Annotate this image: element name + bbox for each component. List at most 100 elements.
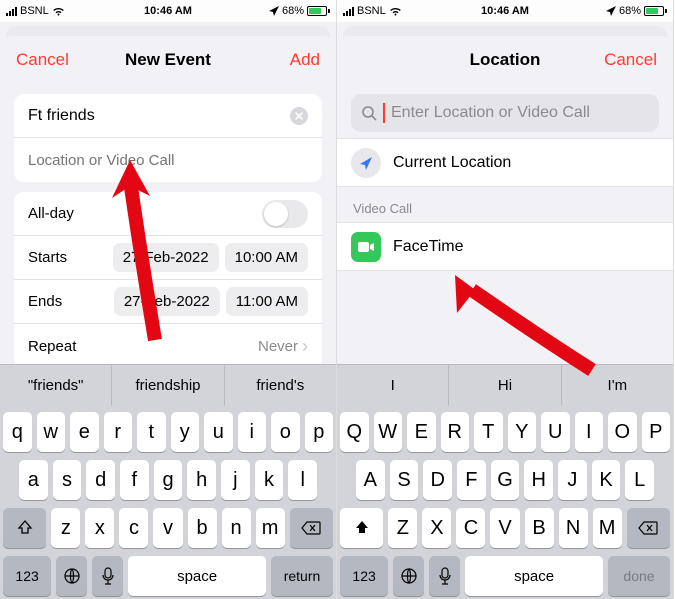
key-k[interactable]: k — [255, 460, 284, 500]
key-c[interactable]: C — [456, 508, 485, 548]
key-m[interactable]: m — [256, 508, 285, 548]
suggestion-1[interactable]: "friends" — [0, 365, 112, 406]
location-arrow-icon — [269, 6, 279, 16]
backspace-key[interactable] — [290, 508, 333, 548]
backspace-key[interactable] — [627, 508, 670, 548]
123-key[interactable]: 123 — [340, 556, 388, 596]
shift-key[interactable] — [3, 508, 46, 548]
status-time: 10:46 AM — [144, 5, 192, 17]
facetime-label: FaceTime — [393, 238, 464, 256]
key-o[interactable]: O — [608, 412, 637, 452]
key-j[interactable]: j — [221, 460, 250, 500]
add-button[interactable]: Add — [260, 50, 320, 70]
key-v[interactable]: v — [153, 508, 182, 548]
key-p[interactable]: p — [305, 412, 334, 452]
starts-label: Starts — [28, 249, 107, 266]
key-f[interactable]: f — [120, 460, 149, 500]
key-b[interactable]: b — [188, 508, 217, 548]
allday-toggle[interactable] — [262, 200, 308, 228]
key-u[interactable]: u — [204, 412, 233, 452]
event-title-input[interactable] — [28, 107, 290, 125]
key-t[interactable]: T — [474, 412, 503, 452]
return-key[interactable]: return — [271, 556, 333, 596]
key-e[interactable]: E — [407, 412, 436, 452]
signal-icon — [6, 7, 17, 16]
key-n[interactable]: N — [559, 508, 588, 548]
globe-icon — [63, 567, 81, 585]
key-a[interactable]: A — [356, 460, 385, 500]
video-call-heading: Video Call — [337, 187, 673, 222]
key-z[interactable]: Z — [388, 508, 417, 548]
battery-pct: 68% — [619, 5, 641, 17]
key-u[interactable]: U — [541, 412, 570, 452]
key-w[interactable]: W — [374, 412, 403, 452]
key-b[interactable]: B — [525, 508, 554, 548]
key-z[interactable]: z — [51, 508, 80, 548]
key-v[interactable]: V — [490, 508, 519, 548]
key-l[interactable]: L — [625, 460, 654, 500]
cancel-button[interactable]: Cancel — [16, 50, 76, 70]
key-h[interactable]: H — [524, 460, 553, 500]
key-r[interactable]: r — [104, 412, 133, 452]
key-c[interactable]: c — [119, 508, 148, 548]
mic-key[interactable] — [92, 556, 123, 596]
key-t[interactable]: t — [137, 412, 166, 452]
globe-key[interactable] — [56, 556, 87, 596]
key-q[interactable]: Q — [340, 412, 369, 452]
key-x[interactable]: X — [422, 508, 451, 548]
key-j[interactable]: J — [558, 460, 587, 500]
done-key[interactable]: done — [608, 556, 670, 596]
clear-title-button[interactable] — [290, 107, 308, 125]
current-location-row[interactable]: Current Location — [337, 139, 673, 187]
key-l[interactable]: l — [288, 460, 317, 500]
mic-key[interactable] — [429, 556, 460, 596]
key-s[interactable]: S — [390, 460, 419, 500]
key-d[interactable]: D — [423, 460, 452, 500]
x-icon — [295, 112, 303, 120]
suggestion-bar: "friends" friendship friend's — [0, 364, 336, 406]
key-w[interactable]: w — [37, 412, 66, 452]
search-input[interactable] — [391, 104, 649, 122]
key-i[interactable]: i — [238, 412, 267, 452]
key-y[interactable]: Y — [508, 412, 537, 452]
space-key[interactable]: space — [128, 556, 266, 596]
key-n[interactable]: n — [222, 508, 251, 548]
shift-key[interactable] — [340, 508, 383, 548]
carrier-label: BSNL — [20, 5, 49, 17]
header-title: New Event — [125, 50, 211, 70]
key-q[interactable]: q — [3, 412, 32, 452]
globe-key[interactable] — [393, 556, 424, 596]
key-e[interactable]: e — [70, 412, 99, 452]
key-k[interactable]: K — [592, 460, 621, 500]
key-g[interactable]: G — [491, 460, 520, 500]
key-h[interactable]: h — [187, 460, 216, 500]
key-a[interactable]: a — [19, 460, 48, 500]
backspace-icon — [638, 521, 658, 535]
starts-time-button[interactable]: 10:00 AM — [225, 243, 308, 272]
key-d[interactable]: d — [86, 460, 115, 500]
key-p[interactable]: P — [642, 412, 671, 452]
keyboard: qwertyuiop asdfghjkl zxcvbnm 123 — [0, 406, 336, 599]
phone-right: BSNL 10:46 AM 68% . Location Cancel — [337, 0, 674, 599]
key-s[interactable]: s — [53, 460, 82, 500]
ends-time-button[interactable]: 11:00 AM — [226, 287, 308, 316]
suggestion-2[interactable]: friendship — [112, 365, 224, 406]
key-g[interactable]: g — [154, 460, 183, 500]
cancel-button[interactable]: Cancel — [597, 50, 657, 70]
key-f[interactable]: F — [457, 460, 486, 500]
key-x[interactable]: x — [85, 508, 114, 548]
carrier-label: BSNL — [357, 5, 386, 17]
backspace-icon — [301, 521, 321, 535]
globe-icon — [400, 567, 418, 585]
key-r[interactable]: R — [441, 412, 470, 452]
key-y[interactable]: y — [171, 412, 200, 452]
suggestion-3[interactable]: friend's — [225, 365, 336, 406]
space-key[interactable]: space — [465, 556, 603, 596]
key-i[interactable]: I — [575, 412, 604, 452]
key-m[interactable]: M — [593, 508, 622, 548]
shift-icon — [16, 519, 34, 537]
key-o[interactable]: o — [271, 412, 300, 452]
search-bar[interactable] — [351, 94, 659, 132]
123-key[interactable]: 123 — [3, 556, 51, 596]
status-time: 10:46 AM — [481, 5, 529, 17]
